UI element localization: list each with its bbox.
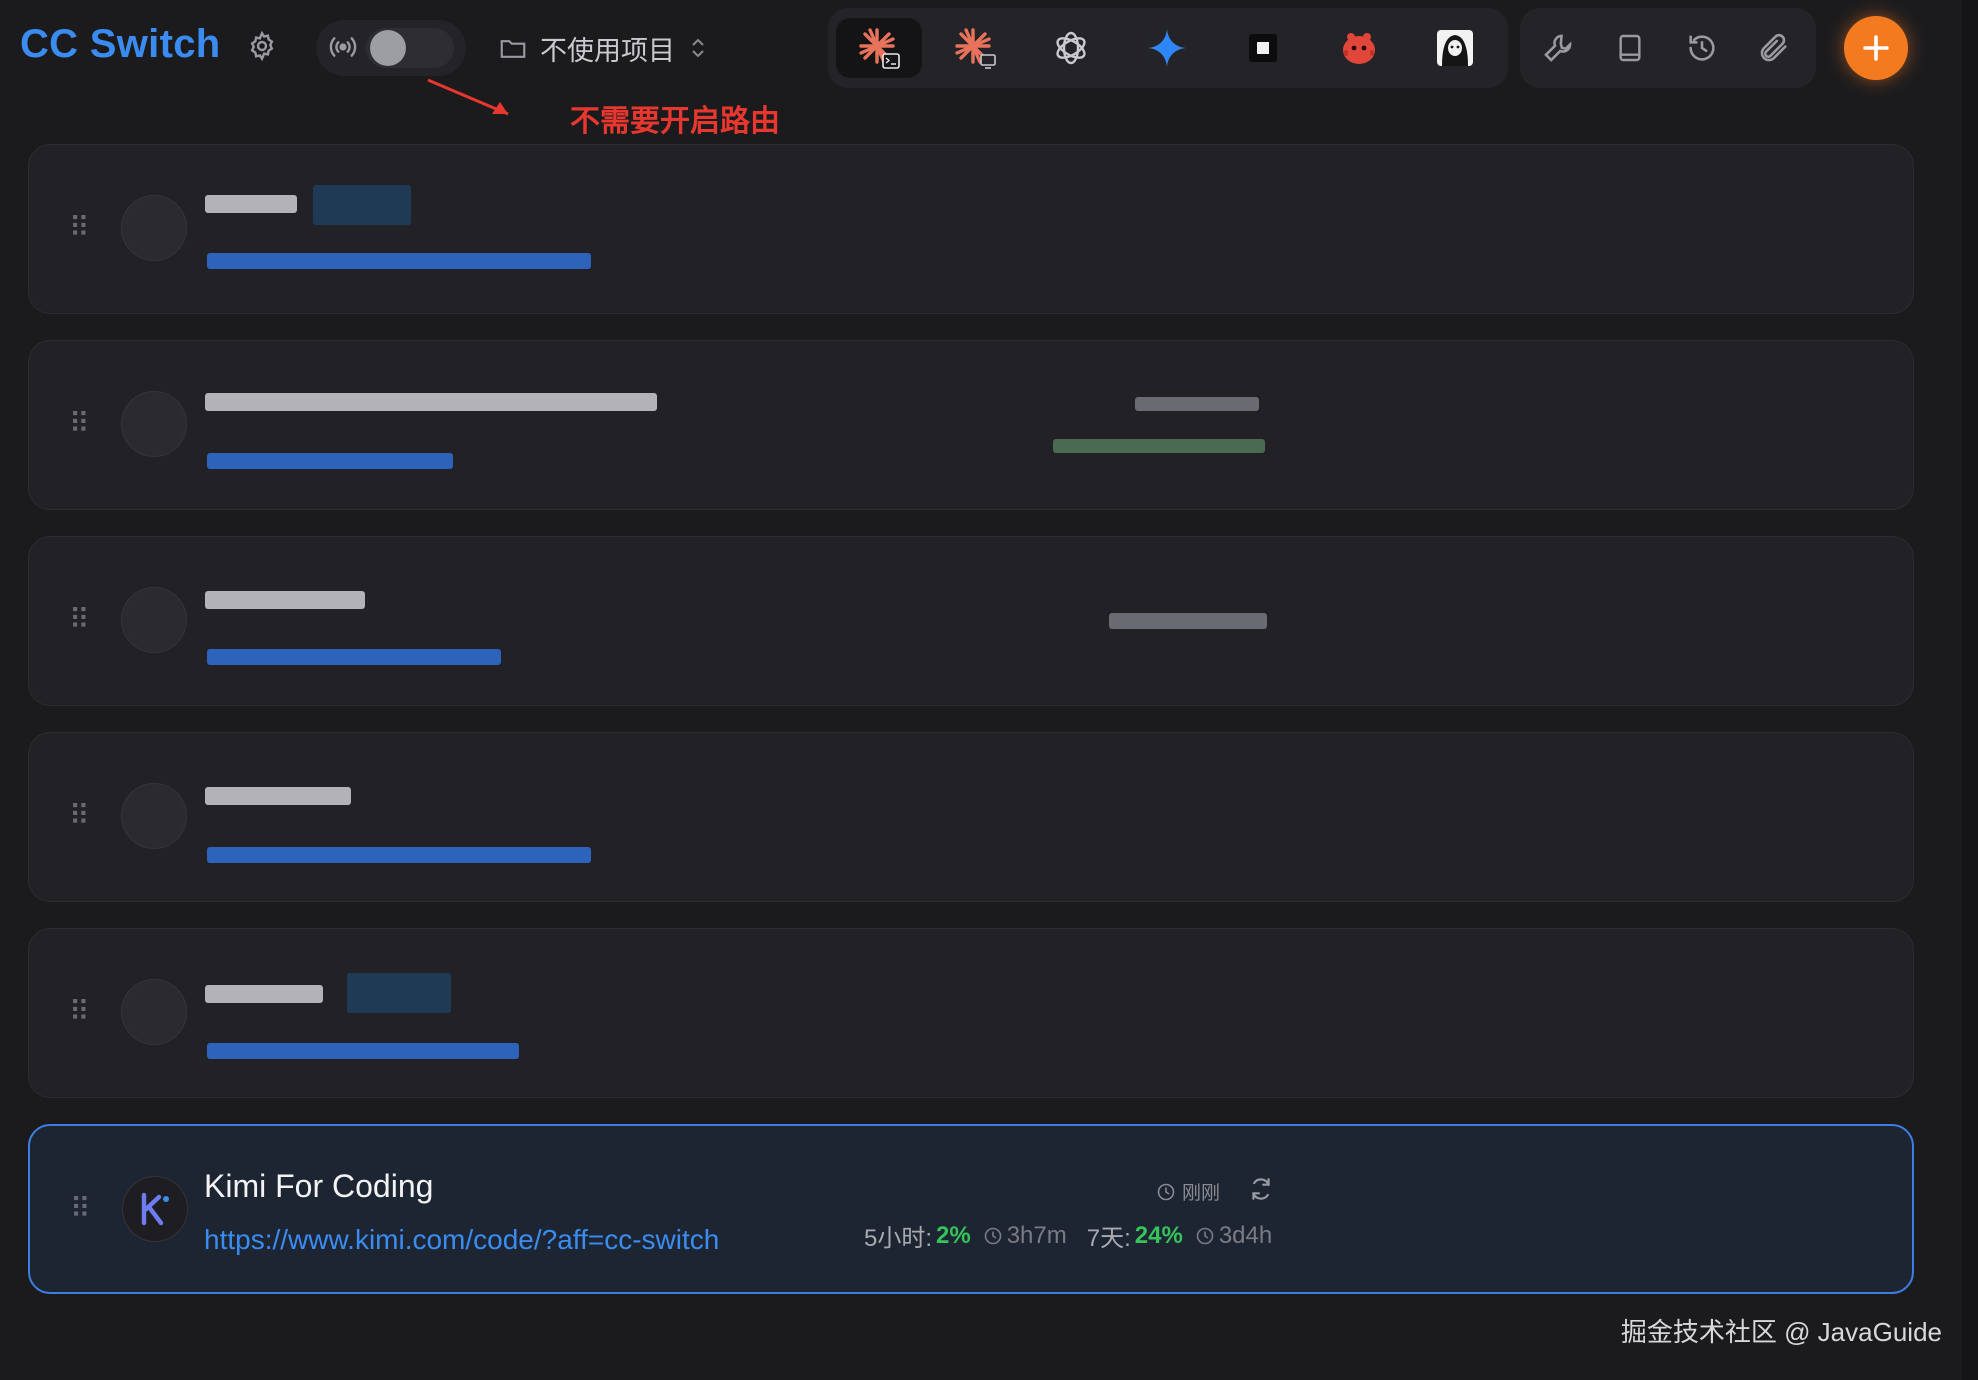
- window-7d-reset: 3d4h: [1218, 1221, 1273, 1249]
- project-selector[interactable]: 不使用项目: [498, 28, 709, 68]
- usage-updated: 刚刚: [1156, 1178, 1220, 1205]
- tools-bar: [1520, 8, 1816, 88]
- provider-card[interactable]: ⠿: [28, 928, 1914, 1098]
- provider-card-kimi[interactable]: ⠿ Kimi For Coding https://www.kimi.com/c…: [28, 1124, 1914, 1294]
- history-icon[interactable]: [1682, 28, 1722, 68]
- provider-avatar: [121, 587, 187, 653]
- proxy-toggle-switch[interactable]: [366, 28, 454, 68]
- avatar-app-icon: [1437, 30, 1473, 66]
- kimi-logo-icon: [122, 1176, 188, 1242]
- provider-url-link[interactable]: https://www.kimi.com/code/?aff=cc-switch: [204, 1224, 719, 1256]
- redacted-badge: [313, 185, 411, 225]
- app-tab-openai[interactable]: [1028, 18, 1114, 78]
- redacted-name: [205, 195, 297, 213]
- annotation-arrow-icon: [427, 78, 509, 116]
- app-tab-terminal[interactable]: [1220, 18, 1306, 78]
- drag-handle-icon[interactable]: ⠿: [69, 799, 90, 832]
- toggle-knob: [370, 30, 406, 66]
- book-icon[interactable]: [1610, 28, 1650, 68]
- redacted-name: [205, 393, 657, 411]
- app-tabs-bar: [828, 8, 1508, 88]
- provider-avatar: [121, 391, 187, 457]
- app-tab-gemini[interactable]: [1124, 18, 1210, 78]
- provider-avatar: [121, 979, 187, 1045]
- gemini-icon: [1148, 29, 1186, 67]
- app-tab-avatar-app[interactable]: [1412, 18, 1498, 78]
- claude-desktop-icon: [955, 28, 996, 69]
- app-header: CC Switch 不使用项目 不需要开启路由: [0, 0, 1978, 138]
- redacted-url: [207, 1043, 519, 1059]
- window-7d-percent: 24%: [1134, 1221, 1183, 1249]
- redacted-usage-line: [1053, 439, 1265, 453]
- settings-gear-icon[interactable]: [244, 28, 280, 64]
- drag-handle-icon[interactable]: ⠿: [69, 603, 90, 636]
- window-5h-percent: 2%: [936, 1221, 971, 1249]
- openai-icon: [1056, 31, 1086, 65]
- window-5h-reset: 3h7m: [1006, 1221, 1067, 1249]
- project-selector-label: 不使用项目: [540, 35, 675, 66]
- clock-icon: [984, 1227, 1002, 1244]
- add-provider-button[interactable]: [1844, 16, 1908, 80]
- redacted-url: [207, 253, 591, 269]
- usage-stats: 5小时: 2% 3h7m 7天: 24% 3d4h: [864, 1218, 1272, 1253]
- redacted-usage-meta: [1135, 397, 1259, 411]
- proxy-broadcast-icon: [326, 30, 360, 64]
- plus-icon: [1863, 35, 1889, 61]
- app-tab-red-mascot[interactable]: [1316, 18, 1402, 78]
- drag-handle-icon[interactable]: ⠿: [69, 407, 90, 440]
- provider-card[interactable]: ⠿: [28, 732, 1914, 902]
- updated-label: 刚刚: [1182, 1183, 1221, 1204]
- wrench-icon[interactable]: [1538, 28, 1578, 68]
- redacted-url: [207, 649, 501, 665]
- redacted-name: [205, 591, 365, 609]
- provider-card[interactable]: ⠿: [28, 144, 1914, 314]
- window-edge: [1962, 0, 1978, 1380]
- redacted-url: [207, 453, 453, 469]
- terminal-icon: [1249, 34, 1277, 62]
- drag-handle-icon[interactable]: ⠿: [69, 995, 90, 1028]
- provider-card[interactable]: ⠿: [28, 536, 1914, 706]
- claude-code-icon: [859, 28, 900, 69]
- redacted-usage-meta: [1109, 613, 1267, 629]
- provider-card[interactable]: ⠿: [28, 340, 1914, 510]
- clock-icon: [1196, 1227, 1214, 1244]
- drag-handle-icon[interactable]: ⠿: [69, 211, 90, 244]
- paperclip-icon[interactable]: [1754, 28, 1794, 68]
- refresh-icon[interactable]: [1246, 1174, 1276, 1204]
- redacted-badge: [347, 973, 451, 1013]
- redacted-name: [205, 787, 351, 805]
- redacted-name: [205, 985, 323, 1003]
- red-mascot-icon: [1343, 33, 1375, 64]
- provider-avatar: [121, 783, 187, 849]
- folder-icon: [500, 40, 526, 58]
- provider-name: Kimi For Coding: [204, 1168, 434, 1204]
- window-5h-label: 5小时:: [864, 1225, 933, 1252]
- drag-handle-icon[interactable]: ⠿: [70, 1192, 91, 1225]
- provider-avatar: [121, 195, 187, 261]
- app-tab-claude-desktop[interactable]: [932, 18, 1018, 78]
- watermark: 掘金技术社区 @ JavaGuide: [1620, 1317, 1942, 1347]
- redacted-url: [207, 847, 591, 863]
- window-7d-label: 7天:: [1086, 1225, 1131, 1252]
- chevron-updown-icon: [692, 38, 704, 58]
- app-tab-claude-code[interactable]: [836, 18, 922, 78]
- clock-icon: [1157, 1183, 1175, 1200]
- annotation-text: 不需要开启路由: [570, 105, 780, 138]
- app-title: CC Switch: [20, 22, 221, 66]
